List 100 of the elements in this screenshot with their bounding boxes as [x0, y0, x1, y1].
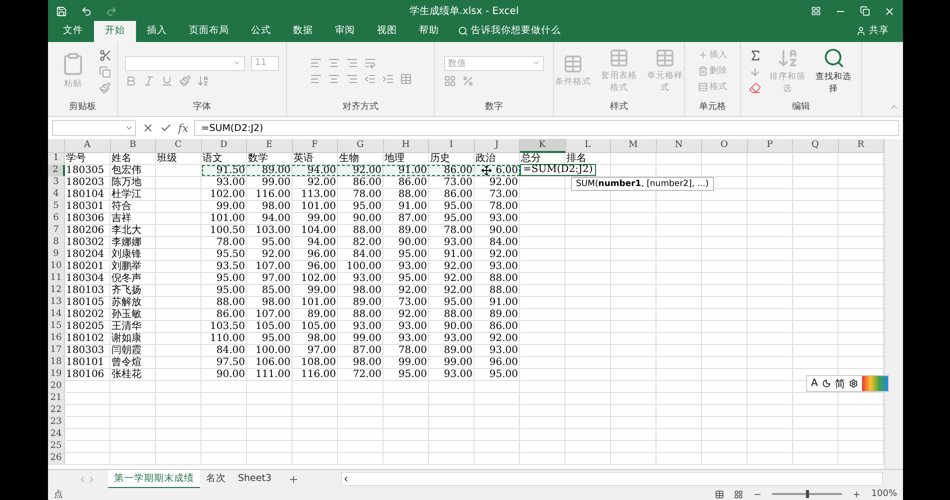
- ribbon-tab[interactable]: 页面布局: [178, 21, 240, 42]
- name-box[interactable]: [52, 120, 136, 136]
- ribbon-tab[interactable]: 文件: [52, 21, 94, 42]
- row-header[interactable]: 6: [48, 213, 65, 224]
- restore-icon[interactable]: [860, 6, 870, 16]
- row-header[interactable]: 7: [48, 225, 65, 236]
- row-header[interactable]: 23: [48, 417, 65, 428]
- column-header[interactable]: C: [156, 139, 202, 153]
- undo-icon[interactable]: [81, 6, 92, 16]
- row-header[interactable]: 4: [48, 189, 65, 200]
- column-header[interactable]: R: [838, 139, 884, 153]
- normal-view-icon[interactable]: [715, 490, 724, 498]
- sheet-tab[interactable]: 名次: [200, 470, 232, 488]
- ime-mode[interactable]: A: [811, 378, 818, 389]
- row-header[interactable]: 9: [48, 249, 65, 260]
- row-header[interactable]: 12: [48, 285, 65, 296]
- add-sheet-icon[interactable]: [288, 474, 299, 484]
- row-header[interactable]: 8: [48, 237, 65, 248]
- column-header[interactable]: J: [474, 139, 520, 153]
- ribbon-tab[interactable]: 公式: [240, 21, 282, 42]
- row-header[interactable]: 21: [48, 393, 65, 404]
- cancel-icon[interactable]: [142, 122, 154, 134]
- settings-icon[interactable]: [848, 379, 858, 388]
- eraser-icon[interactable]: [748, 82, 762, 94]
- scissors-icon[interactable]: [99, 48, 112, 62]
- percent-icon[interactable]: [462, 74, 474, 86]
- row-header[interactable]: 3: [48, 177, 65, 188]
- font-name-field[interactable]: [125, 56, 245, 70]
- column-header[interactable]: Q: [793, 139, 838, 153]
- tell-me-search[interactable]: 告诉我你想要做什么: [450, 24, 856, 42]
- redo-icon[interactable]: [106, 6, 117, 16]
- column-header[interactable]: M: [611, 139, 656, 153]
- row-header[interactable]: 26: [48, 453, 65, 464]
- ime-toolbar[interactable]: A 简: [806, 375, 889, 392]
- close-icon[interactable]: [884, 6, 895, 16]
- formula-field[interactable]: =SUM(D2:J2): [194, 120, 899, 136]
- row-header[interactable]: 2: [48, 165, 65, 176]
- ribbon-tab[interactable]: 插入: [136, 21, 178, 42]
- column-header[interactable]: O: [702, 139, 748, 153]
- column-header[interactable]: P: [748, 139, 793, 153]
- sort-icon[interactable]: [197, 74, 209, 86]
- share-button[interactable]: 共享: [856, 24, 903, 42]
- row-header[interactable]: 19: [48, 369, 65, 380]
- paintbrush-icon[interactable]: [179, 74, 191, 86]
- align-left-icon[interactable]: [310, 57, 322, 69]
- row-header[interactable]: 25: [48, 441, 65, 452]
- sheet-tab[interactable]: Sheet3: [232, 470, 278, 488]
- ribbon-button[interactable]: 查找和选择: [814, 46, 854, 96]
- outdent-icon[interactable]: [364, 73, 376, 85]
- align-right-icon[interactable]: [346, 73, 358, 85]
- ribbon-tab[interactable]: 帮助: [408, 21, 450, 42]
- row-header[interactable]: 24: [48, 429, 65, 440]
- column-header[interactable]: D: [202, 139, 247, 153]
- row-header[interactable]: 11: [48, 273, 65, 284]
- fill-down-icon[interactable]: [748, 66, 762, 78]
- page-layout-icon[interactable]: [734, 490, 744, 498]
- wrap-text-icon[interactable]: [364, 57, 376, 69]
- underline-icon[interactable]: [161, 74, 173, 86]
- ribbon-tab[interactable]: 视图: [366, 21, 408, 42]
- vertical-scrollbar[interactable]: [884, 139, 903, 469]
- save-icon[interactable]: [56, 6, 67, 16]
- align-left-icon[interactable]: [310, 73, 322, 85]
- row-header[interactable]: 20: [48, 381, 65, 392]
- sum-icon[interactable]: [748, 48, 762, 62]
- align-center-icon[interactable]: [328, 73, 340, 85]
- row-header[interactable]: 18: [48, 357, 65, 368]
- copy-icon[interactable]: [99, 66, 112, 78]
- table-icon[interactable]: [400, 73, 412, 85]
- row-header[interactable]: 16: [48, 333, 65, 344]
- column-header[interactable]: G: [338, 139, 384, 153]
- column-header[interactable]: L: [566, 139, 611, 153]
- column-header[interactable]: K: [520, 139, 566, 153]
- scroll-right-icon[interactable]: [87, 474, 96, 484]
- column-header[interactable]: E: [247, 139, 292, 153]
- column-header[interactable]: A: [65, 139, 110, 153]
- grid-icon[interactable]: [444, 74, 456, 86]
- sheet-tab[interactable]: 第一学期期末成绩: [108, 470, 200, 488]
- check-icon[interactable]: [160, 122, 172, 134]
- moon-icon[interactable]: [822, 379, 831, 388]
- ribbon-tab[interactable]: 审阅: [324, 21, 366, 42]
- column-header[interactable]: F: [292, 139, 338, 153]
- italic-icon[interactable]: [143, 74, 155, 86]
- insert-function-button[interactable]: fx: [178, 122, 188, 134]
- row-header[interactable]: 14: [48, 309, 65, 320]
- align-center-icon[interactable]: [328, 57, 340, 69]
- bold-icon[interactable]: [125, 74, 137, 86]
- row-header[interactable]: 22: [48, 405, 65, 416]
- row-header[interactable]: 17: [48, 345, 65, 356]
- row-header[interactable]: 13: [48, 297, 65, 308]
- column-header[interactable]: B: [110, 139, 156, 153]
- cell-editor[interactable]: =SUM(D2:J2): [520, 164, 596, 176]
- column-header[interactable]: N: [656, 139, 702, 153]
- row-header[interactable]: 15: [48, 321, 65, 332]
- ribbon-tab[interactable]: 开始: [94, 21, 136, 42]
- ribbon-tab[interactable]: 数据: [282, 21, 324, 42]
- horizontal-scrollbar[interactable]: [341, 472, 883, 486]
- row-header[interactable]: 1: [48, 153, 65, 164]
- row-header[interactable]: 10: [48, 261, 65, 272]
- select-all-corner[interactable]: [48, 139, 65, 153]
- scroll-left-icon[interactable]: [78, 474, 87, 484]
